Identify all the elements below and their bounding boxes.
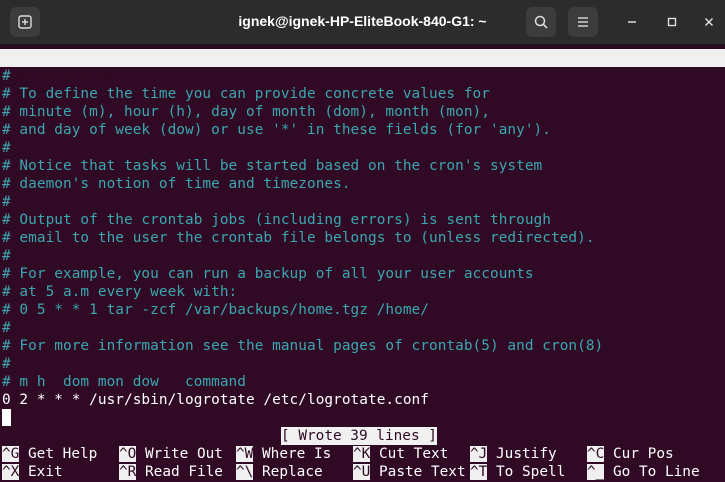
editor-line[interactable]: # minute (m), hour (h), day of month (do…	[2, 103, 490, 121]
shortcut-label: Cut Text	[379, 446, 449, 462]
shortcut-get-help[interactable]: ^G Get Help	[2, 445, 97, 463]
shortcut-key: ^\	[236, 464, 254, 480]
status-message: [ Wrote 39 lines ]	[281, 427, 437, 445]
shortcut-write-out[interactable]: ^O Write Out	[119, 445, 223, 463]
shortcut-read-file[interactable]: ^R Read File	[119, 463, 223, 481]
shortcut-key: ^R	[119, 464, 137, 480]
nano-header: GNU nano 4.8 /tmp/crontab.ie5POB/crontab	[0, 49, 725, 102]
shortcut-replace[interactable]: ^\ Replace	[236, 463, 323, 481]
shortcut-label: Where Is	[262, 446, 332, 462]
maximize-button[interactable]	[664, 14, 680, 30]
editor-line[interactable]: #	[2, 193, 11, 211]
shortcut-key: ^T	[470, 464, 488, 480]
close-icon	[704, 17, 714, 27]
editor-line[interactable]: #	[2, 67, 11, 85]
editor-line[interactable]: #	[2, 319, 11, 337]
shortcut-label: Paste Text	[379, 464, 466, 480]
editor-line[interactable]: # 0 5 * * 1 tar -zcf /var/backups/home.t…	[2, 301, 429, 319]
shortcut-label: Exit	[28, 464, 63, 480]
editor-line[interactable]: # Output of the crontab jobs (including …	[2, 211, 551, 229]
editor-line[interactable]: 0 2 * * * /usr/sbin/logrotate /etc/logro…	[2, 391, 429, 409]
shortcut-key: ^X	[2, 464, 20, 480]
editor-line[interactable]: # For example, you can run a backup of a…	[2, 265, 534, 283]
editor-line[interactable]: #	[2, 355, 11, 373]
shortcut-to-spell[interactable]: ^T To Spell	[470, 463, 565, 481]
editor-line[interactable]: # To define the time you can provide con…	[2, 85, 490, 103]
shortcut-where-is[interactable]: ^W Where Is	[236, 445, 331, 463]
shortcut-key: ^U	[353, 464, 371, 480]
editor-line[interactable]: #	[2, 139, 11, 157]
shortcut-label: To Spell	[496, 464, 566, 480]
shortcut-label: Write Out	[145, 446, 223, 462]
shortcut-key: ^C	[587, 446, 605, 462]
shortcut-exit[interactable]: ^X Exit	[2, 463, 63, 481]
hamburger-icon	[578, 17, 588, 27]
close-button[interactable]	[701, 14, 717, 30]
search-button[interactable]	[526, 7, 556, 37]
nano-version: GNU nano 4.8	[6, 68, 110, 84]
shortcut-key: ^O	[119, 446, 137, 462]
search-icon	[534, 15, 548, 29]
shortcut-key: ^G	[2, 446, 20, 462]
shortcut-label: Cur Pos	[613, 446, 674, 462]
text-cursor	[2, 409, 11, 426]
window-title: ignek@ignek-HP-EliteBook-840-G1: ~	[238, 13, 487, 29]
shortcut-cur-pos[interactable]: ^C Cur Pos	[587, 445, 674, 463]
minimize-button[interactable]	[624, 14, 640, 30]
menu-button[interactable]	[568, 7, 598, 37]
editor-line[interactable]: #	[2, 247, 11, 265]
editor-line[interactable]: # Notice that tasks will be started base…	[2, 157, 542, 175]
minimize-icon	[628, 21, 636, 23]
shortcut-key: ^W	[236, 446, 254, 462]
shortcut-label: Read File	[145, 464, 223, 480]
shortcut-label: Justify	[496, 446, 557, 462]
shortcut-label: Replace	[262, 464, 323, 480]
shortcut-key: ^_	[587, 464, 605, 480]
shortcut-paste-text[interactable]: ^U Paste Text	[353, 463, 466, 481]
shortcut-label: Get Help	[28, 446, 98, 462]
maximize-icon	[667, 17, 677, 27]
editor-line[interactable]: # For more information see the manual pa…	[2, 337, 603, 355]
editor-line[interactable]: # m h dom mon dow command	[2, 373, 246, 391]
shortcut-key: ^K	[353, 446, 371, 462]
shortcut-label: Go To Line	[613, 464, 700, 480]
shortcut-go-to-line[interactable]: ^_ Go To Line	[587, 463, 700, 481]
shortcut-key: ^J	[470, 446, 488, 462]
editor-line[interactable]: # and day of week (dow) or use '*' in th…	[2, 121, 551, 139]
shortcut-justify[interactable]: ^J Justify	[470, 445, 557, 463]
editor-line[interactable]: # email to the user the crontab file bel…	[2, 229, 595, 247]
shortcut-cut-text[interactable]: ^K Cut Text	[353, 445, 448, 463]
window-titlebar: ignek@ignek-HP-EliteBook-840-G1: ~	[0, 0, 725, 45]
editor-line[interactable]: # daemon's notion of time and timezones.	[2, 175, 351, 193]
editor-line[interactable]: # at 5 a.m every week with:	[2, 283, 237, 301]
